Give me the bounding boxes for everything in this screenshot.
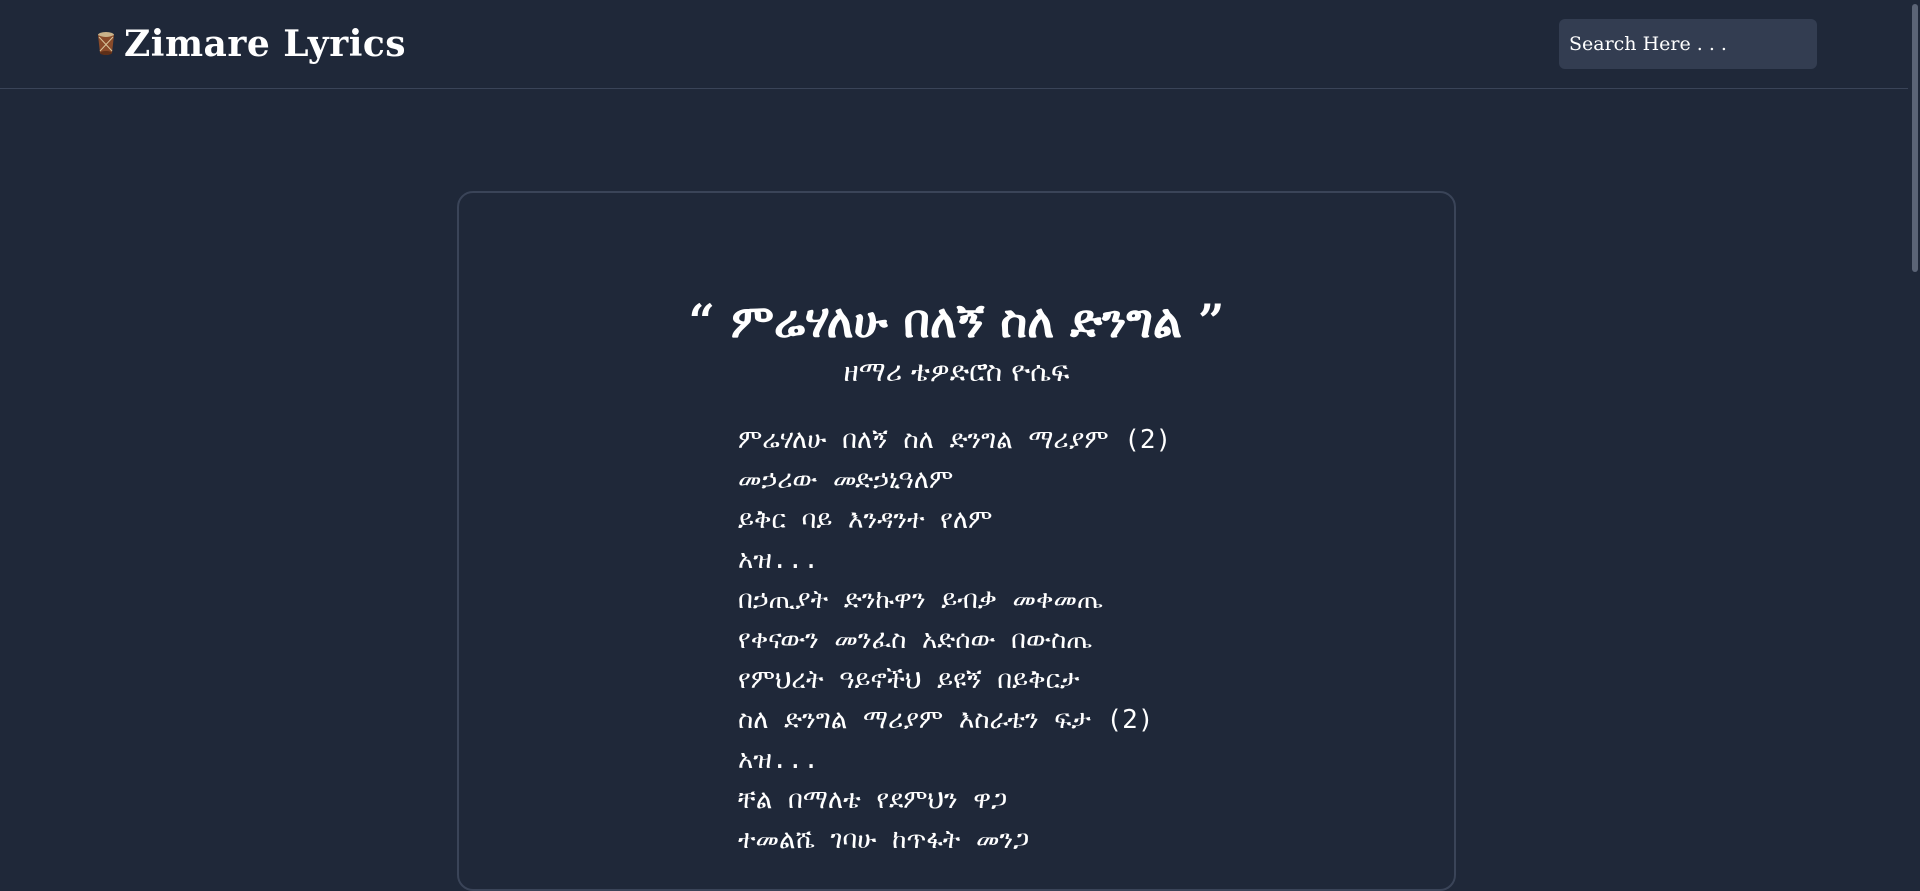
lyric-line: የቀናውን መንፈስ አድሰው በውስጤ xyxy=(738,625,1092,655)
lyric-line: ተመልሼ ገባሁ ከጥፋት መንጋ xyxy=(738,825,1030,855)
lyric-line: መኃሪው መድኃኒዓለም xyxy=(738,465,954,495)
scrollbar-thumb[interactable] xyxy=(1912,4,1918,272)
brand-title[interactable]: Zimare Lyrics xyxy=(124,23,406,65)
lyric-line: ምሬሃለሁ በለኝ ስለ ድንግል ማሪያም (2) xyxy=(738,425,1172,455)
open-quote: “ xyxy=(688,294,715,348)
page-scrollbar[interactable] xyxy=(1908,0,1920,844)
lyric-line: ቸል በማለቴ የደምህን ዋጋ xyxy=(738,785,1008,815)
song-title: “ ምሬሃለሁ በለኝ ስለ ድንግል ” xyxy=(459,293,1454,349)
lyric-line: ይቅር ባይ እንዳንተ የለም xyxy=(738,505,993,535)
lyric-line: አዝ... xyxy=(738,745,819,775)
lyric-line: የምህረት ዓይኖችህ ይዩኝ በይቅርታ xyxy=(738,665,1080,695)
drum-icon xyxy=(98,32,114,55)
song-title-text: ምሬሃለሁ በለኝ ስለ ድንግል xyxy=(730,294,1182,348)
lyric-line: ስለ ድንግል ማሪያም እስራቴን ፍታ (2) xyxy=(738,705,1154,735)
close-quote: ” xyxy=(1198,294,1225,348)
lyrics-list: ምሬሃለሁ በለኝ ስለ ድንግል ማሪያም (2) መኃሪው መድኃኒዓለም … xyxy=(738,420,1171,860)
lyrics-card: “ ምሬሃለሁ በለኝ ስለ ድንግል ” ዘማሪ ቴዎድሮስ ዮሴፍ ምሬሃለ… xyxy=(457,191,1456,891)
artist-name: ዘማሪ ቴዎድሮስ ዮሴፍ xyxy=(843,355,1070,388)
lyric-line: አዝ... xyxy=(738,545,819,575)
search-input[interactable] xyxy=(1559,19,1817,69)
site-header: Zimare Lyrics xyxy=(0,0,1908,89)
lyric-line: በኃጢያት ድንኩዋን ይብቃ መቀመጤ xyxy=(738,585,1103,615)
brand[interactable]: Zimare Lyrics xyxy=(96,20,406,68)
